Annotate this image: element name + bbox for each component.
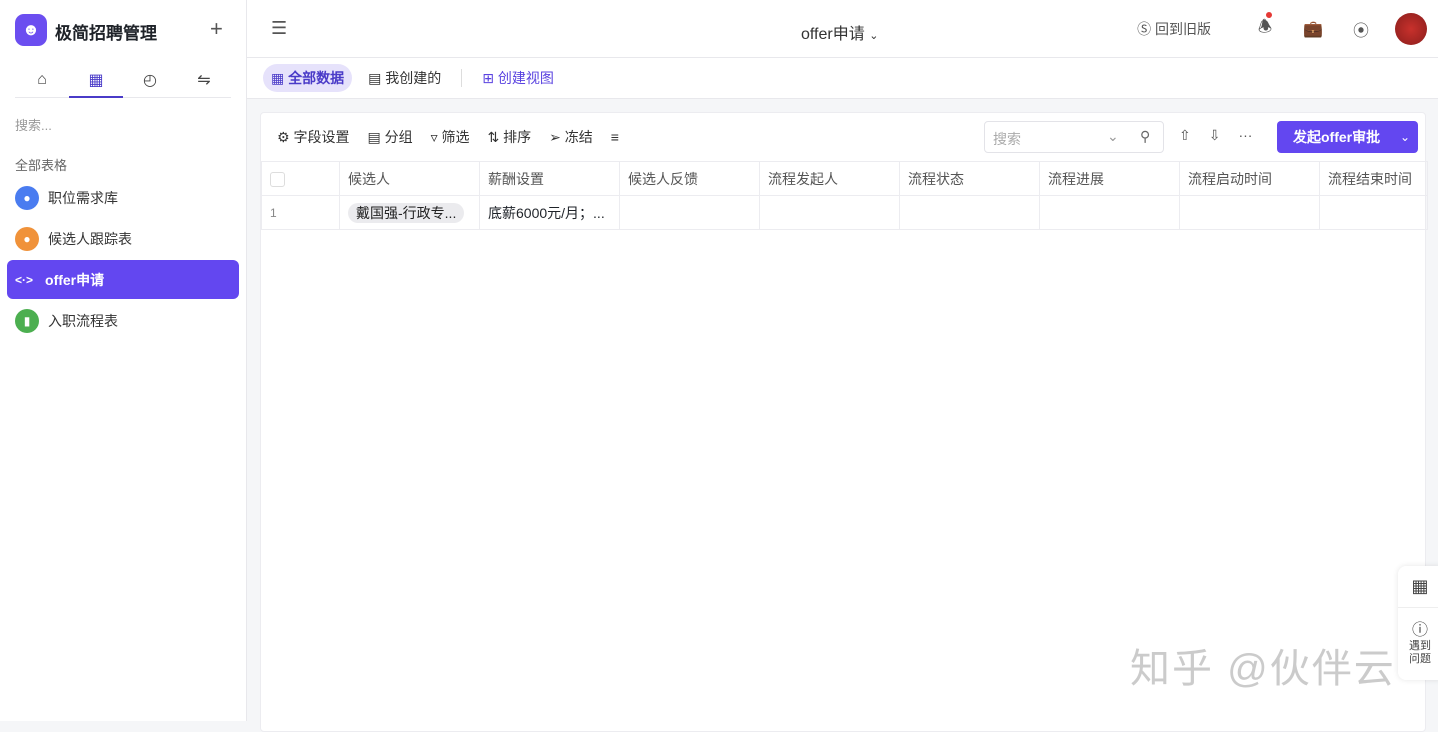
- briefcase-icon[interactable]: 💼: [1289, 19, 1337, 39]
- candidate-tag[interactable]: 戴国强-行政专...: [348, 202, 465, 223]
- label: 筛选: [441, 129, 470, 145]
- sidebar-item-label: offer申请: [45, 271, 105, 288]
- column-header[interactable]: 流程发起人: [759, 161, 900, 196]
- app-logo-icon: ☻: [15, 14, 47, 46]
- people-icon: ●: [15, 226, 39, 251]
- help-button[interactable]: ⓘ 遇到问题: [1398, 608, 1438, 666]
- sidebar-nav: ⌂ ▦ ◴ ⇋: [15, 62, 231, 98]
- home-icon[interactable]: ⌂: [15, 62, 69, 97]
- column-header[interactable]: 流程结束时间: [1319, 161, 1428, 196]
- label: 排序: [503, 129, 532, 145]
- search-placeholder: 搜索: [993, 131, 1021, 147]
- grid-icon[interactable]: ▦: [69, 62, 123, 98]
- sidebar-search-input[interactable]: 搜索...: [15, 115, 52, 134]
- old-version-label: 回到旧版: [1155, 21, 1211, 37]
- row-index: 1: [261, 195, 340, 230]
- watermark: 知乎 @伙伴云: [1130, 647, 1396, 691]
- menu-icon[interactable]: ☰: [271, 18, 287, 39]
- qr-code-icon[interactable]: ▦: [1398, 566, 1438, 608]
- tab-my-created[interactable]: ▤ 我创建的: [360, 64, 449, 92]
- help-label: 遇到问题: [1409, 640, 1431, 665]
- column-header[interactable]: 流程状态: [899, 161, 1040, 196]
- download-icon[interactable]: ⇩: [1209, 127, 1221, 144]
- cell[interactable]: [899, 195, 1040, 230]
- clock-chart-icon[interactable]: ◴: [123, 62, 177, 97]
- code-icon: <·>: [15, 272, 34, 287]
- table-row[interactable]: 1 戴国强-行政专... 底薪6000元/月；...: [261, 195, 1428, 230]
- cell[interactable]: [619, 195, 760, 230]
- bell-icon[interactable]: 🕭: [1241, 11, 1289, 43]
- cell-candidate[interactable]: 戴国强-行政专...: [339, 195, 480, 230]
- cell[interactable]: [1039, 195, 1180, 230]
- avatar[interactable]: [1395, 13, 1427, 45]
- sidebar-item-offer[interactable]: <·> offer申请: [7, 260, 239, 299]
- label: 字段设置: [293, 129, 350, 145]
- search-input[interactable]: 搜索 ⌄ ⚲: [984, 121, 1164, 153]
- start-offer-approval-button[interactable]: 发起offer审批 ⌄: [1277, 121, 1418, 153]
- upload-icon[interactable]: ⇧: [1179, 127, 1191, 144]
- cell-salary[interactable]: 底薪6000元/月；...: [479, 195, 620, 230]
- sidebar-item-onboarding[interactable]: ▮ 入职流程表: [7, 301, 239, 340]
- chevron-down-icon: ⌄: [869, 30, 879, 42]
- page-title[interactable]: offer申请 ⌄: [801, 20, 878, 44]
- filter-button[interactable]: ▿ 筛选: [431, 127, 470, 147]
- column-header[interactable]: 流程进展: [1039, 161, 1180, 196]
- column-header[interactable]: 流程启动时间: [1179, 161, 1320, 196]
- app-name: 极简招聘管理: [55, 24, 157, 43]
- chevron-down-icon[interactable]: ⌄: [1107, 128, 1119, 145]
- label: 冻结: [564, 129, 593, 145]
- add-icon[interactable]: +: [210, 16, 223, 42]
- table-icon: ▤: [368, 70, 382, 86]
- cell[interactable]: [1179, 195, 1320, 230]
- sidebar-item-label: 候选人跟踪表: [48, 230, 132, 247]
- clipboard-icon: ▮: [15, 308, 39, 333]
- workflow-icon[interactable]: ⇋: [177, 62, 231, 97]
- column-header[interactable]: 候选人: [339, 161, 480, 196]
- sidebar: ☻ 极简招聘管理 + ⌂ ▦ ◴ ⇋ 搜索... 全部表格 ● 职位需求库 ● 候选…: [0, 0, 247, 721]
- more-icon[interactable]: ···: [1238, 127, 1252, 144]
- sidebar-item-candidates[interactable]: ● 候选人跟踪表: [7, 219, 239, 258]
- data-table: 候选人 薪酬设置 候选人反馈 流程发起人 流程状态 流程进展 流程启动时间 流程…: [261, 161, 1428, 230]
- compass-icon[interactable]: ⦿: [1337, 17, 1385, 41]
- old-version-button[interactable]: Ⓢ 回到旧版: [1137, 19, 1211, 39]
- column-header[interactable]: 薪酬设置: [479, 161, 620, 196]
- switch-icon: Ⓢ: [1137, 21, 1152, 37]
- floating-help-panel: ▦ ⓘ 遇到问题: [1398, 566, 1438, 680]
- label: 发起offer审批: [1293, 129, 1381, 145]
- tab-all-data[interactable]: ▦ 全部数据: [263, 64, 353, 92]
- search-icon[interactable]: ⚲: [1140, 128, 1150, 145]
- cell[interactable]: [1319, 195, 1428, 230]
- sidebar-item-jobs[interactable]: ● 职位需求库: [7, 178, 239, 217]
- row-height-icon[interactable]: ≡: [611, 129, 619, 145]
- view-tabs: ▦ 全部数据 ▤ 我创建的 ⊞ 创建视图: [247, 58, 1438, 99]
- tab-label: 我创建的: [385, 70, 442, 86]
- header: ☰ offer申请 ⌄ Ⓢ 回到旧版 🕭 💼 ⦿: [247, 0, 1438, 58]
- sidebar-item-label: 职位需求库: [48, 189, 118, 206]
- notification-dot: [1266, 11, 1272, 18]
- tab-label: 全部数据: [288, 70, 345, 86]
- group-button[interactable]: ▤ 分组: [367, 127, 412, 147]
- freeze-button[interactable]: ➢ 冻结: [549, 127, 593, 147]
- table-header-row: 候选人 薪酬设置 候选人反馈 流程发起人 流程状态 流程进展 流程启动时间 流程…: [261, 161, 1428, 196]
- label: 分组: [384, 129, 413, 145]
- group-label: 全部表格: [15, 158, 68, 173]
- field-settings-button[interactable]: ⚙ 字段设置: [277, 127, 349, 147]
- cell[interactable]: [759, 195, 900, 230]
- divider: [461, 69, 463, 87]
- question-icon: ⓘ: [1411, 622, 1428, 639]
- chevron-down-icon[interactable]: ⌄: [1400, 130, 1410, 144]
- column-header[interactable]: 候选人反馈: [619, 161, 760, 196]
- create-view-button[interactable]: ⊞ 创建视图: [474, 64, 562, 92]
- sidebar-item-label: 入职流程表: [48, 312, 118, 329]
- bell-icon: ●: [15, 185, 39, 210]
- grid-icon: ▦: [271, 70, 285, 86]
- select-all-checkbox[interactable]: [261, 161, 340, 196]
- page-title-text: offer申请: [801, 26, 865, 43]
- plus-square-icon: ⊞: [482, 70, 494, 86]
- sort-button[interactable]: ⇅ 排序: [488, 127, 532, 147]
- create-view-label: 创建视图: [497, 70, 554, 86]
